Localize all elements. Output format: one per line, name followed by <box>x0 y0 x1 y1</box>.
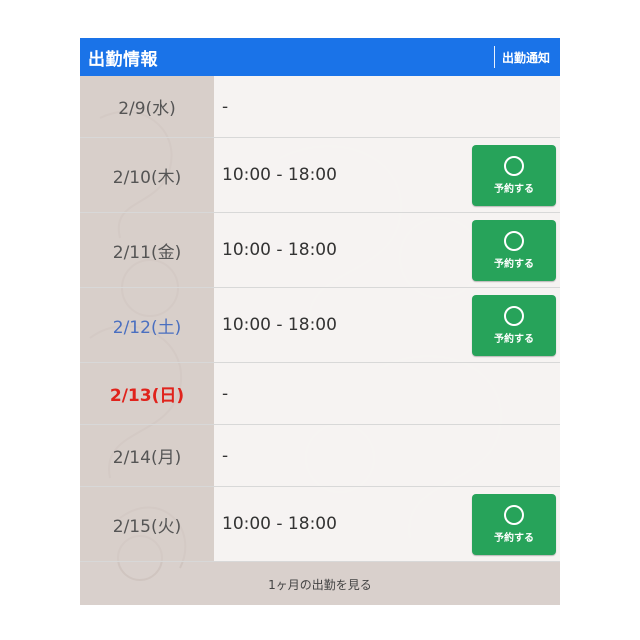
schedule-date: 2/14(月) <box>80 425 214 486</box>
schedule-row: 2/11(金) 10:00 - 18:00 予約する <box>80 213 560 288</box>
schedule-time: 10:00 - 18:00 <box>222 165 337 185</box>
reserve-button-label: 予約する <box>494 258 534 270</box>
schedule-date: 2/9(水) <box>80 76 214 137</box>
page-title: 出勤情報 <box>88 49 158 70</box>
attendance-panel: 出勤情報 出勤通知 2/9(水) - 2/10(木) 10:00 - 18:00… <box>80 38 560 605</box>
reserve-button-label: 予約する <box>494 532 534 544</box>
schedule-row: 2/14(月) - <box>80 425 560 487</box>
header-bar: 出勤情報 出勤通知 <box>80 38 560 76</box>
schedule-info: - <box>214 76 560 137</box>
circle-icon <box>504 504 524 525</box>
view-month-link[interactable]: 1ヶ月の出勤を見る <box>268 576 372 593</box>
reserve-button-label: 予約する <box>494 333 534 345</box>
reserve-button[interactable]: 予約する <box>472 493 556 555</box>
schedule-info: - <box>214 425 560 486</box>
schedule-date: 2/15(火) <box>80 487 214 561</box>
schedule-date-sunday: 2/13(日) <box>80 363 214 424</box>
schedule-info: - <box>214 363 560 424</box>
circle-icon <box>504 155 524 176</box>
schedule-time: 10:00 - 18:00 <box>222 240 337 260</box>
schedule-date: 2/11(金) <box>80 213 214 287</box>
reserve-button[interactable]: 予約する <box>472 294 556 356</box>
schedule-row: 2/12(土) 10:00 - 18:00 予約する <box>80 288 560 363</box>
schedule-row: 2/15(火) 10:00 - 18:00 予約する <box>80 487 560 562</box>
schedule-time: 10:00 - 18:00 <box>222 514 337 534</box>
circle-icon <box>504 230 524 251</box>
schedule-row: 2/10(木) 10:00 - 18:00 予約する <box>80 138 560 213</box>
schedule-row: 2/9(水) - <box>80 76 560 138</box>
reserve-button-label: 予約する <box>494 183 534 195</box>
header-actions: 出勤通知 <box>493 38 560 76</box>
schedule-info: 10:00 - 18:00 予約する <box>214 138 560 212</box>
reserve-button[interactable]: 予約する <box>472 144 556 206</box>
schedule-time: - <box>222 445 229 466</box>
schedule-time: - <box>222 383 229 404</box>
footer: 1ヶ月の出勤を見る <box>80 563 560 605</box>
schedule-date: 2/10(木) <box>80 138 214 212</box>
schedule-time: - <box>222 96 229 117</box>
schedule-date-saturday: 2/12(土) <box>80 288 214 362</box>
circle-icon <box>504 305 524 326</box>
schedule-info: 10:00 - 18:00 予約する <box>214 288 560 362</box>
schedule-list: 2/9(水) - 2/10(木) 10:00 - 18:00 予約する 2/11… <box>80 76 560 562</box>
schedule-info: 10:00 - 18:00 予約する <box>214 487 560 561</box>
schedule-row: 2/13(日) - <box>80 363 560 425</box>
attendance-notice-link[interactable]: 出勤通知 <box>502 49 560 66</box>
header-divider <box>493 46 495 68</box>
schedule-info: 10:00 - 18:00 予約する <box>214 213 560 287</box>
schedule-time: 10:00 - 18:00 <box>222 315 337 335</box>
reserve-button[interactable]: 予約する <box>472 219 556 281</box>
